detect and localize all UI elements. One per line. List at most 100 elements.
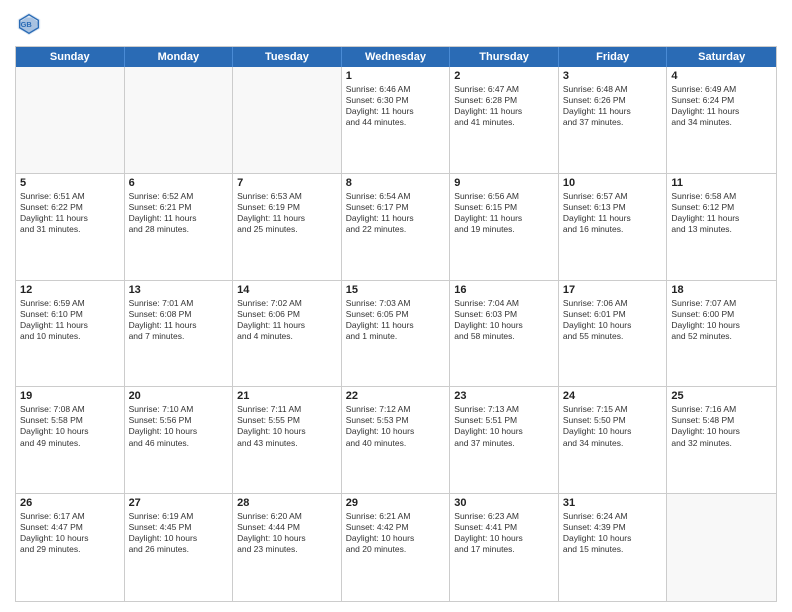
cell-info: Sunrise: 7:07 AMSunset: 6:00 PMDaylight:… xyxy=(671,298,772,342)
header-day-friday: Friday xyxy=(559,47,668,67)
day-number: 6 xyxy=(129,177,229,189)
empty-cell xyxy=(233,67,342,173)
day-number: 22 xyxy=(346,390,446,402)
calendar: SundayMondayTuesdayWednesdayThursdayFrid… xyxy=(15,46,777,602)
day-number: 2 xyxy=(454,70,554,82)
empty-cell xyxy=(667,494,776,601)
cell-info: Sunrise: 6:21 AMSunset: 4:42 PMDaylight:… xyxy=(346,511,446,555)
cell-info: Sunrise: 6:23 AMSunset: 4:41 PMDaylight:… xyxy=(454,511,554,555)
header-day-tuesday: Tuesday xyxy=(233,47,342,67)
cell-info: Sunrise: 7:15 AMSunset: 5:50 PMDaylight:… xyxy=(563,404,663,448)
empty-cell xyxy=(125,67,234,173)
day-number: 19 xyxy=(20,390,120,402)
day-number: 4 xyxy=(671,70,772,82)
day-number: 26 xyxy=(20,497,120,509)
cell-info: Sunrise: 6:56 AMSunset: 6:15 PMDaylight:… xyxy=(454,191,554,235)
cell-info: Sunrise: 6:20 AMSunset: 4:44 PMDaylight:… xyxy=(237,511,337,555)
day-cell-21: 21Sunrise: 7:11 AMSunset: 5:55 PMDayligh… xyxy=(233,387,342,493)
cell-info: Sunrise: 6:46 AMSunset: 6:30 PMDaylight:… xyxy=(346,84,446,128)
cell-info: Sunrise: 6:52 AMSunset: 6:21 PMDaylight:… xyxy=(129,191,229,235)
day-number: 16 xyxy=(454,284,554,296)
day-number: 21 xyxy=(237,390,337,402)
day-cell-25: 25 Sunrise: 7:16 AMSunset: 5:48 PMDayligh… xyxy=(667,387,776,493)
day-cell-29: 29 Sunrise: 6:21 AMSunset: 4:42 PMDayligh… xyxy=(342,494,451,601)
cell-info: Sunrise: 7:10 AMSunset: 5:56 PMDaylight:… xyxy=(129,404,229,448)
cell-info: Sunrise: 6:51 AMSunset: 6:22 PMDaylight:… xyxy=(20,191,120,235)
day-number: 18 xyxy=(671,284,772,296)
day-number: 30 xyxy=(454,497,554,509)
cell-info: Sunrise: 6:54 AMSunset: 6:17 PMDaylight:… xyxy=(346,191,446,235)
cell-info: Sunrise: 6:58 AMSunset: 6:12 PMDaylight:… xyxy=(671,191,772,235)
day-number: 15 xyxy=(346,284,446,296)
day-number: 17 xyxy=(563,284,663,296)
page: GB SundayMondayTuesdayWednesdayThursdayF… xyxy=(0,0,792,612)
day-number: 23 xyxy=(454,390,554,402)
cell-info: Sunrise: 7:16 AMSunset: 5:48 PMDaylight:… xyxy=(671,404,772,448)
cell-info: Sunrise: 6:24 AMSunset: 4:39 PMDaylight:… xyxy=(563,511,663,555)
day-number: 11 xyxy=(671,177,772,189)
day-cell-15: 15 Sunrise: 7:03 AMSunset: 6:05 PMDayligh… xyxy=(342,281,451,387)
day-cell-5: 5Sunrise: 6:51 AMSunset: 6:22 PMDaylight… xyxy=(16,174,125,280)
cell-info: Sunrise: 6:17 AMSunset: 4:47 PMDaylight:… xyxy=(20,511,120,555)
day-cell-18: 18 Sunrise: 7:07 AMSunset: 6:00 PMDayligh… xyxy=(667,281,776,387)
cell-info: Sunrise: 6:48 AMSunset: 6:26 PMDaylight:… xyxy=(563,84,663,128)
cell-info: Sunrise: 7:12 AMSunset: 5:53 PMDaylight:… xyxy=(346,404,446,448)
day-number: 1 xyxy=(346,70,446,82)
day-cell-9: 9 Sunrise: 6:56 AMSunset: 6:15 PMDaylight… xyxy=(450,174,559,280)
calendar-body: 1 Sunrise: 6:46 AMSunset: 6:30 PMDaylight… xyxy=(16,67,776,601)
day-number: 25 xyxy=(671,390,772,402)
day-cell-27: 27Sunrise: 6:19 AMSunset: 4:45 PMDayligh… xyxy=(125,494,234,601)
day-cell-28: 28Sunrise: 6:20 AMSunset: 4:44 PMDayligh… xyxy=(233,494,342,601)
day-cell-2: 2 Sunrise: 6:47 AMSunset: 6:28 PMDaylight… xyxy=(450,67,559,173)
cell-info: Sunrise: 7:13 AMSunset: 5:51 PMDaylight:… xyxy=(454,404,554,448)
header: GB xyxy=(15,10,777,38)
day-number: 14 xyxy=(237,284,337,296)
week-row-4: 26 Sunrise: 6:17 AMSunset: 4:47 PMDayligh… xyxy=(16,494,776,601)
day-cell-30: 30 Sunrise: 6:23 AMSunset: 4:41 PMDayligh… xyxy=(450,494,559,601)
day-cell-4: 4 Sunrise: 6:49 AMSunset: 6:24 PMDaylight… xyxy=(667,67,776,173)
header-day-saturday: Saturday xyxy=(667,47,776,67)
cell-info: Sunrise: 7:01 AMSunset: 6:08 PMDaylight:… xyxy=(129,298,229,342)
cell-info: Sunrise: 6:57 AMSunset: 6:13 PMDaylight:… xyxy=(563,191,663,235)
day-number: 31 xyxy=(563,497,663,509)
day-number: 3 xyxy=(563,70,663,82)
day-number: 13 xyxy=(129,284,229,296)
cell-info: Sunrise: 7:04 AMSunset: 6:03 PMDaylight:… xyxy=(454,298,554,342)
week-row-1: 5Sunrise: 6:51 AMSunset: 6:22 PMDaylight… xyxy=(16,174,776,281)
day-number: 29 xyxy=(346,497,446,509)
logo: GB xyxy=(15,10,47,38)
cell-info: Sunrise: 6:19 AMSunset: 4:45 PMDaylight:… xyxy=(129,511,229,555)
header-day-monday: Monday xyxy=(125,47,234,67)
day-cell-17: 17Sunrise: 7:06 AMSunset: 6:01 PMDayligh… xyxy=(559,281,668,387)
day-cell-6: 6 Sunrise: 6:52 AMSunset: 6:21 PMDaylight… xyxy=(125,174,234,280)
cell-info: Sunrise: 6:47 AMSunset: 6:28 PMDaylight:… xyxy=(454,84,554,128)
cell-info: Sunrise: 7:02 AMSunset: 6:06 PMDaylight:… xyxy=(237,298,337,342)
day-cell-22: 22 Sunrise: 7:12 AMSunset: 5:53 PMDayligh… xyxy=(342,387,451,493)
svg-text:GB: GB xyxy=(21,20,33,29)
logo-icon: GB xyxy=(15,10,43,38)
day-cell-23: 23 Sunrise: 7:13 AMSunset: 5:51 PMDayligh… xyxy=(450,387,559,493)
day-cell-13: 13 Sunrise: 7:01 AMSunset: 6:08 PMDayligh… xyxy=(125,281,234,387)
cell-info: Sunrise: 7:08 AMSunset: 5:58 PMDaylight:… xyxy=(20,404,120,448)
day-cell-11: 11 Sunrise: 6:58 AMSunset: 6:12 PMDayligh… xyxy=(667,174,776,280)
day-cell-12: 12Sunrise: 6:59 AMSunset: 6:10 PMDayligh… xyxy=(16,281,125,387)
day-number: 10 xyxy=(563,177,663,189)
empty-cell xyxy=(16,67,125,173)
day-cell-31: 31 Sunrise: 6:24 AMSunset: 4:39 PMDayligh… xyxy=(559,494,668,601)
day-cell-26: 26 Sunrise: 6:17 AMSunset: 4:47 PMDayligh… xyxy=(16,494,125,601)
day-number: 12 xyxy=(20,284,120,296)
day-cell-19: 19 Sunrise: 7:08 AMSunset: 5:58 PMDayligh… xyxy=(16,387,125,493)
day-cell-10: 10 Sunrise: 6:57 AMSunset: 6:13 PMDayligh… xyxy=(559,174,668,280)
day-cell-7: 7Sunrise: 6:53 AMSunset: 6:19 PMDaylight… xyxy=(233,174,342,280)
day-number: 9 xyxy=(454,177,554,189)
header-day-wednesday: Wednesday xyxy=(342,47,451,67)
day-number: 7 xyxy=(237,177,337,189)
day-cell-3: 3 Sunrise: 6:48 AMSunset: 6:26 PMDaylight… xyxy=(559,67,668,173)
header-day-thursday: Thursday xyxy=(450,47,559,67)
day-number: 24 xyxy=(563,390,663,402)
day-cell-8: 8 Sunrise: 6:54 AMSunset: 6:17 PMDaylight… xyxy=(342,174,451,280)
cell-info: Sunrise: 7:03 AMSunset: 6:05 PMDaylight:… xyxy=(346,298,446,342)
day-cell-24: 24 Sunrise: 7:15 AMSunset: 5:50 PMDayligh… xyxy=(559,387,668,493)
cell-info: Sunrise: 6:49 AMSunset: 6:24 PMDaylight:… xyxy=(671,84,772,128)
day-number: 8 xyxy=(346,177,446,189)
